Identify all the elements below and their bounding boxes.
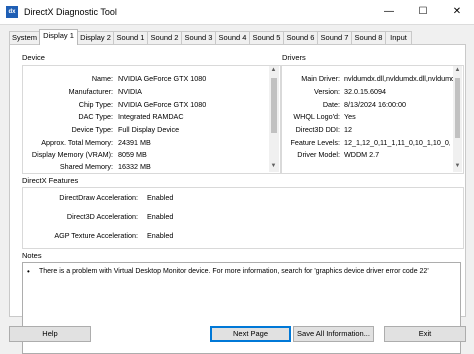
tab-display-2[interactable]: Display 2	[77, 31, 114, 44]
total-memory-label: Approx. Total Memory:	[41, 138, 113, 147]
tab-sound-2[interactable]: Sound 2	[147, 31, 182, 44]
tab-sound-5[interactable]: Sound 5	[249, 31, 284, 44]
tab-sound-1[interactable]: Sound 1	[113, 31, 148, 44]
drivers-box: Main Driver: nvldumdx.dll,nvldumdx.dll,n…	[281, 65, 464, 174]
device-heading: Device	[22, 53, 45, 62]
shared-memory-value: 16332 MB	[118, 162, 151, 171]
minimize-button[interactable]: —	[372, 0, 406, 24]
shared-memory-label: Shared Memory:	[59, 162, 113, 171]
bullet-icon: •	[27, 267, 30, 276]
notes-text: There is a problem with Virtual Desktop …	[39, 268, 429, 275]
tab-sound-8[interactable]: Sound 8	[351, 31, 386, 44]
maximize-button[interactable]: ☐	[406, 0, 440, 24]
tab-system[interactable]: System	[9, 31, 40, 44]
driver-model-label: Driver Model:	[297, 150, 340, 159]
device-type-label: Device Type:	[71, 125, 113, 134]
drivers-scroll-thumb[interactable]	[455, 78, 460, 138]
tab-sound-4[interactable]: Sound 4	[215, 31, 250, 44]
directx-app-icon: dx	[6, 6, 18, 18]
whql-value: Yes	[344, 112, 356, 121]
tab-sound-3[interactable]: Sound 3	[181, 31, 216, 44]
direct3d-ddi-value: 12	[344, 125, 352, 134]
next-page-button[interactable]: Next Page	[210, 326, 291, 342]
scroll-up-icon[interactable]: ▲	[453, 67, 462, 73]
close-button[interactable]: ✕	[440, 0, 474, 24]
chip-type-value: NVIDIA GeForce GTX 1080	[118, 100, 207, 109]
tab-panel: Device Drivers Name: NVIDIA GeForce GTX …	[9, 44, 466, 354]
dac-type-label: DAC Type:	[78, 112, 113, 121]
direct3d-value: Enabled	[147, 212, 174, 221]
features-box: DirectDraw Acceleration: Enabled Direct3…	[22, 187, 464, 249]
features-heading: DirectX Features	[22, 176, 79, 185]
manufacturer-label: Manufacturer:	[68, 87, 113, 96]
chip-type-label: Chip Type:	[78, 100, 113, 109]
scroll-down-icon[interactable]: ▼	[453, 163, 462, 169]
tab-display-1[interactable]: Display 1	[39, 29, 78, 45]
drivers-heading: Drivers	[282, 53, 306, 62]
exit-button[interactable]: Exit	[384, 326, 466, 342]
manufacturer-value: NVIDIA	[118, 87, 142, 96]
device-type-value: Full Display Device	[118, 125, 180, 134]
direct3d-label: Direct3D Acceleration:	[66, 212, 138, 221]
total-memory-value: 24391 MB	[118, 138, 151, 147]
vram-label: Display Memory (VRAM):	[31, 150, 113, 159]
scroll-down-icon[interactable]: ▼	[269, 163, 278, 169]
direct3d-ddi-label: Direct3D DDI:	[295, 125, 340, 134]
agp-value: Enabled	[147, 231, 174, 240]
version-value: 32.0.15.6094	[344, 87, 386, 96]
tab-input[interactable]: Input	[385, 31, 412, 44]
drivers-scrollbar[interactable]: ▲ ▼	[453, 66, 462, 172]
date-label: Date:	[322, 100, 340, 109]
vram-value: 8059 MB	[118, 150, 147, 159]
directdraw-value: Enabled	[147, 193, 174, 202]
version-label: Version:	[314, 87, 340, 96]
scroll-up-icon[interactable]: ▲	[269, 67, 278, 73]
tab-sound-6[interactable]: Sound 6	[283, 31, 318, 44]
save-all-information-button[interactable]: Save All Information...	[293, 326, 374, 342]
device-scrollbar[interactable]: ▲ ▼	[269, 66, 279, 172]
directdraw-label: DirectDraw Acceleration:	[59, 193, 138, 202]
title-bar: dx DirectX Diagnostic Tool — ☐ ✕	[0, 0, 474, 25]
main-driver-label: Main Driver:	[301, 74, 340, 83]
date-value: 8/13/2024 16:00:00	[344, 100, 406, 109]
main-driver-value: nvldumdx.dll,nvldumdx.dll,nvldumdx.dll,n…	[344, 74, 460, 83]
feature-levels-label: Feature Levels:	[290, 138, 340, 147]
dac-type-value: Integrated RAMDAC	[118, 112, 184, 121]
device-box: Name: NVIDIA GeForce GTX 1080 Manufactur…	[22, 65, 281, 174]
device-name-value: NVIDIA GeForce GTX 1080	[118, 74, 207, 83]
device-scroll-thumb[interactable]	[271, 78, 277, 133]
notes-heading: Notes	[22, 251, 42, 260]
driver-model-value: WDDM 2.7	[344, 150, 380, 159]
feature-levels-value: 12_1,12_0,11_1,11_0,10_1,10_0,9_3	[344, 138, 450, 147]
device-name-label: Name:	[91, 74, 113, 83]
whql-label: WHQL Logo'd:	[293, 112, 340, 121]
agp-label: AGP Texture Acceleration:	[54, 231, 138, 240]
help-button[interactable]: Help	[9, 326, 91, 342]
window-title: DirectX Diagnostic Tool	[24, 7, 117, 17]
tab-sound-7[interactable]: Sound 7	[317, 31, 352, 44]
